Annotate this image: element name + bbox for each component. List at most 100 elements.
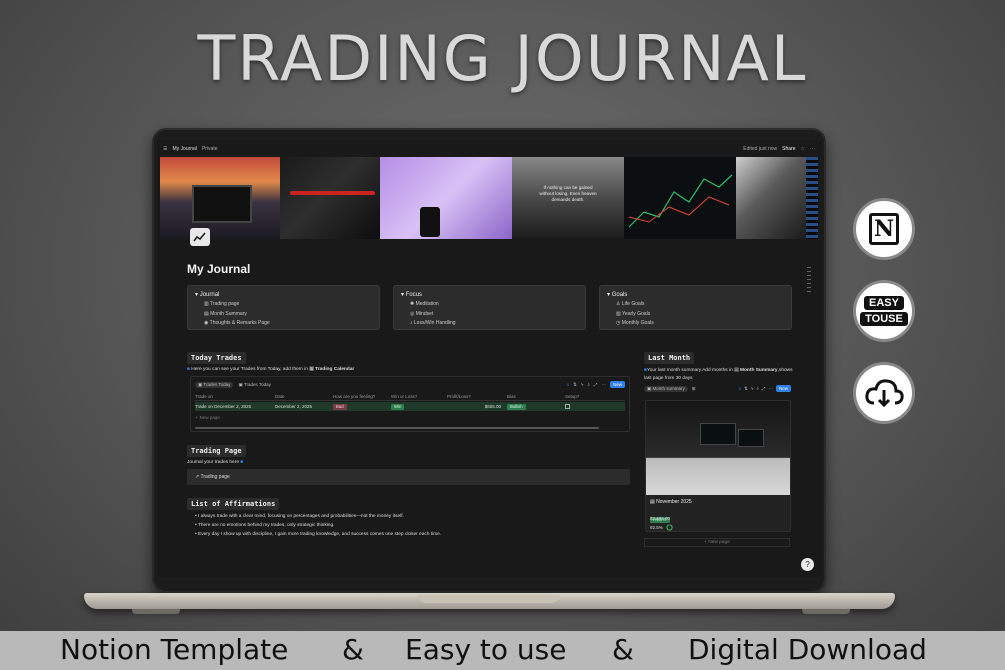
link-label: Loss/Win Handling (413, 320, 456, 326)
col-bias[interactable]: Bias (507, 394, 565, 399)
link-life-goals[interactable]: ♙ Life Goals (607, 300, 784, 310)
link-yearly-goals[interactable]: ▥ Yearly Goals (607, 310, 784, 320)
toggle-arrow-icon[interactable]: ▾ (607, 292, 610, 298)
bias-tag: Bullish (507, 403, 526, 410)
toggle-arrow-icon[interactable]: ▾ (401, 292, 404, 298)
section-heading-last-month: Last Month (644, 352, 695, 364)
section-heading-today: Today Trades (187, 352, 246, 364)
col-feeling[interactable]: How are you feeling? (333, 394, 391, 399)
today-desc: ■ Here you can see your Trades from Toda… (187, 367, 354, 372)
tab-month-summary[interactable]: ▣ Month summary (644, 385, 688, 392)
col-profit[interactable]: Profit/Loss? (447, 394, 507, 399)
grid-icon[interactable]: ⊞ (692, 386, 696, 392)
download-badge (853, 362, 915, 424)
month-card-title: November 2025 (656, 499, 692, 505)
card-goals: ▾ Goals ♙ Life Goals ▥ Yearly Goals ◷ Mo… (599, 285, 792, 330)
menu-icon[interactable]: ☰ (163, 146, 167, 152)
scroll-outline[interactable] (807, 267, 811, 293)
month-new-page[interactable]: + New page (644, 538, 790, 547)
affirmation-item: • There are no emotions behind my trades… (195, 523, 335, 528)
trading-page-link-label: Trading page (200, 474, 230, 480)
privacy-label: Private (201, 145, 218, 152)
more-icon[interactable]: ··· (810, 146, 815, 152)
cover-image-quote: If nothing can be gained without losing.… (512, 157, 624, 239)
affirmation-text: There are no emotions behind my trades, … (197, 523, 335, 528)
cover-image-notebook (380, 157, 512, 239)
trading-page-link[interactable]: ↗ Trading page (187, 469, 630, 485)
lightning-icon[interactable]: ϟ (751, 386, 753, 391)
cover-collage: If nothing can be gained without losing.… (160, 157, 818, 239)
laptop-foot (132, 609, 180, 614)
toggle-arrow-icon[interactable]: ▾ (195, 292, 198, 298)
view-tabs: ▣ Trades Today ▣ Trades Today ≡ ⇅ ϟ ⌕ ⤢ … (195, 380, 625, 389)
setup-checkbox[interactable] (565, 403, 570, 409)
cell-date: December 2, 2025 (275, 404, 313, 409)
easy-line-1: EASY (864, 296, 904, 310)
help-button[interactable]: ? (801, 558, 814, 571)
card-header: Goals (611, 292, 628, 298)
link-trading-page[interactable]: ▥ Trading page (195, 300, 372, 310)
search-icon[interactable]: ⌕ (756, 386, 759, 391)
table-row[interactable]: Trade on December 2, 2025 December 2, 20… (195, 402, 625, 411)
expand-icon[interactable]: ⤢ (762, 386, 766, 391)
new-page-label: New page (708, 540, 730, 545)
month-card-amount: $2,486.00 (650, 516, 671, 521)
link-label: Thoughts & Remarks Page (209, 320, 270, 326)
topbar: ☰ My Journal Private Edited just now Sha… (157, 140, 821, 157)
link-thoughts[interactable]: ◉ Thoughts & Remarks Page (195, 319, 372, 329)
more-icon[interactable]: ··· (768, 386, 773, 391)
filter-icon[interactable]: ≡ (739, 386, 742, 391)
edited-label: Edited just now (743, 145, 778, 152)
star-icon[interactable]: ☆ (801, 146, 805, 152)
progress-ring (666, 524, 673, 531)
new-button[interactable]: New (775, 385, 791, 392)
link-month-summary[interactable]: ▤ Month Summary (195, 310, 372, 320)
filter-icon[interactable]: ≡ (567, 382, 570, 387)
sort-icon[interactable]: ⇅ (573, 382, 577, 388)
last-month-desc: ■Your last month summary.Add months in ▤… (644, 367, 794, 383)
month-card-percent: 92.5% (650, 525, 663, 530)
share-button[interactable]: Share (782, 146, 795, 152)
cell-name[interactable]: Trade on December 2, 2025 (195, 404, 275, 409)
search-icon[interactable]: ⌕ (587, 382, 590, 387)
month-summary-card[interactable]: ▤ November 2025 PROFIT $2,486.00 92.5% (645, 400, 791, 532)
today-trades-table: ▣ Trades Today ▣ Trades Today ≡ ⇅ ϟ ⌕ ⤢ … (190, 376, 630, 432)
footer-banner: Notion Template & Easy to use & Digital … (0, 631, 1005, 670)
col-win-loss[interactable]: Win or Loss? (391, 394, 447, 399)
tab-trades-today[interactable]: ▣ Trades Today (195, 381, 234, 388)
tab-label: Trades Today (203, 381, 231, 387)
more-icon[interactable]: ··· (601, 382, 606, 387)
col-setup[interactable]: Setup? (565, 394, 605, 399)
link-monthly-goals[interactable]: ◷ Monthly Goals (607, 319, 784, 329)
section-heading-trading-page: Trading Page (187, 445, 246, 457)
link-label: Meditation (415, 301, 439, 307)
notion-logo-badge: N (853, 198, 915, 260)
laptop-foot (802, 609, 850, 614)
chart-icon[interactable] (190, 228, 210, 246)
lightning-icon[interactable]: ϟ (581, 382, 583, 387)
card-header: Journal (199, 292, 220, 298)
table-scrollbar[interactable] (195, 427, 599, 429)
feeling-tag: Bad (333, 403, 347, 410)
new-button[interactable]: New (609, 381, 625, 388)
footer-easy-to-use: Easy to use (405, 633, 567, 666)
expand-icon[interactable]: ⤢ (594, 382, 598, 387)
link-meditation[interactable]: ✺ Meditation (401, 300, 578, 310)
easy-line-2: TOUSE (860, 312, 908, 326)
today-desc-text: Here you can see your Trades from Today,… (191, 367, 308, 372)
col-date[interactable]: Date (275, 394, 333, 399)
cover-image-chart-screens (624, 157, 736, 239)
last-month-desc-link[interactable]: Month Summary (740, 368, 778, 373)
new-page-label: New page (199, 415, 220, 420)
link-loss-win[interactable]: ♪ Loss/Win Handling (401, 319, 578, 329)
section-heading-affirmations: List of Affirmations (187, 498, 280, 510)
tab-trades-today-2[interactable]: ▣ Trades Today (238, 382, 270, 388)
today-desc-link[interactable]: Trading Calendar (315, 367, 354, 372)
col-trade-on[interactable]: Trade on (195, 394, 275, 399)
footer-amp: & (612, 633, 634, 666)
link-mindset[interactable]: ◎ Mindset (401, 310, 578, 320)
sort-icon[interactable]: ⇅ (744, 386, 748, 392)
new-page-row[interactable]: + New page (195, 413, 625, 422)
cover-image-car (280, 157, 380, 239)
breadcrumb[interactable]: My Journal (172, 146, 196, 152)
